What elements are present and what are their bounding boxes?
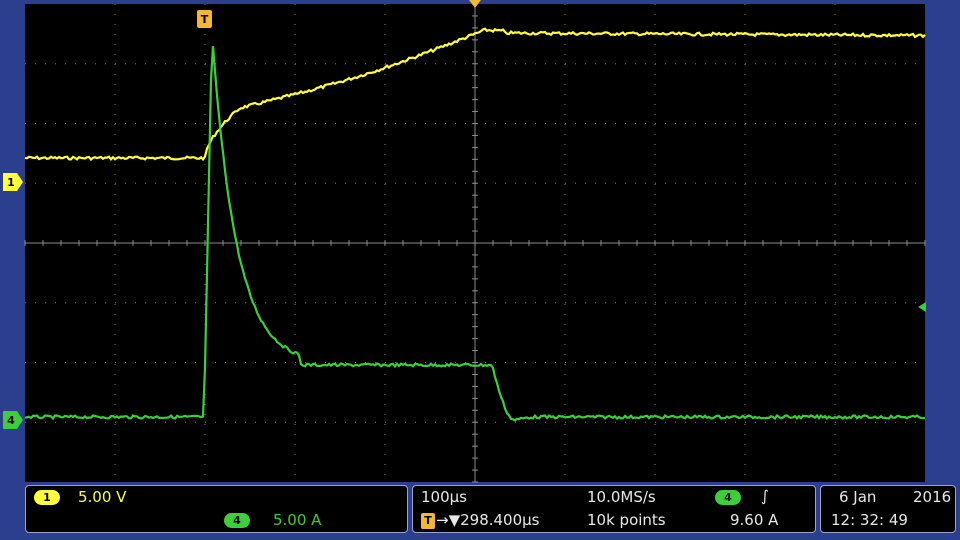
ch4-scale[interactable]: 5.00 A bbox=[273, 511, 321, 529]
trigger-source-badge[interactable]: 4 bbox=[715, 490, 741, 505]
time: 12: 32: 49 bbox=[831, 511, 908, 529]
trigger-level[interactable]: 9.60 A bbox=[730, 511, 778, 529]
waveform-display bbox=[24, 0, 926, 483]
horizontal-trigger-panel[interactable]: 100µs 10.0MS/s 4 ∫ T →▼298.400µs 10k poi… bbox=[412, 485, 816, 533]
ch1-badge[interactable]: 1 bbox=[34, 490, 60, 505]
trigger-marker-icon[interactable]: T bbox=[197, 10, 212, 28]
rising-edge-icon: ∫ bbox=[761, 487, 769, 505]
ch4-marker-label: 4 bbox=[7, 413, 15, 427]
sample-rate: 10.0MS/s bbox=[587, 488, 656, 506]
trigger-position-badge: T bbox=[421, 513, 435, 529]
ch4-badge[interactable]: 4 bbox=[224, 513, 250, 528]
date-day-month: 6 Jan bbox=[839, 488, 877, 506]
oscilloscope-window: T 1 4 1 5.00 V 4 5.00 A 100µs 10.0MS/s 4… bbox=[0, 0, 960, 540]
date-year: 2016 bbox=[913, 488, 952, 506]
time-per-division[interactable]: 100µs bbox=[421, 488, 467, 506]
date-time-panel: 6 Jan 2016 12: 32: 49 bbox=[820, 485, 956, 533]
ch1-scale[interactable]: 5.00 V bbox=[78, 488, 126, 506]
vertical-settings-panel[interactable]: 1 5.00 V 4 5.00 A bbox=[25, 485, 408, 533]
trigger-position[interactable]: →▼298.400µs bbox=[436, 511, 540, 529]
trigger-marker-label: T bbox=[200, 12, 209, 26]
ch1-marker-label: 1 bbox=[7, 175, 15, 189]
record-length: 10k points bbox=[587, 511, 666, 529]
